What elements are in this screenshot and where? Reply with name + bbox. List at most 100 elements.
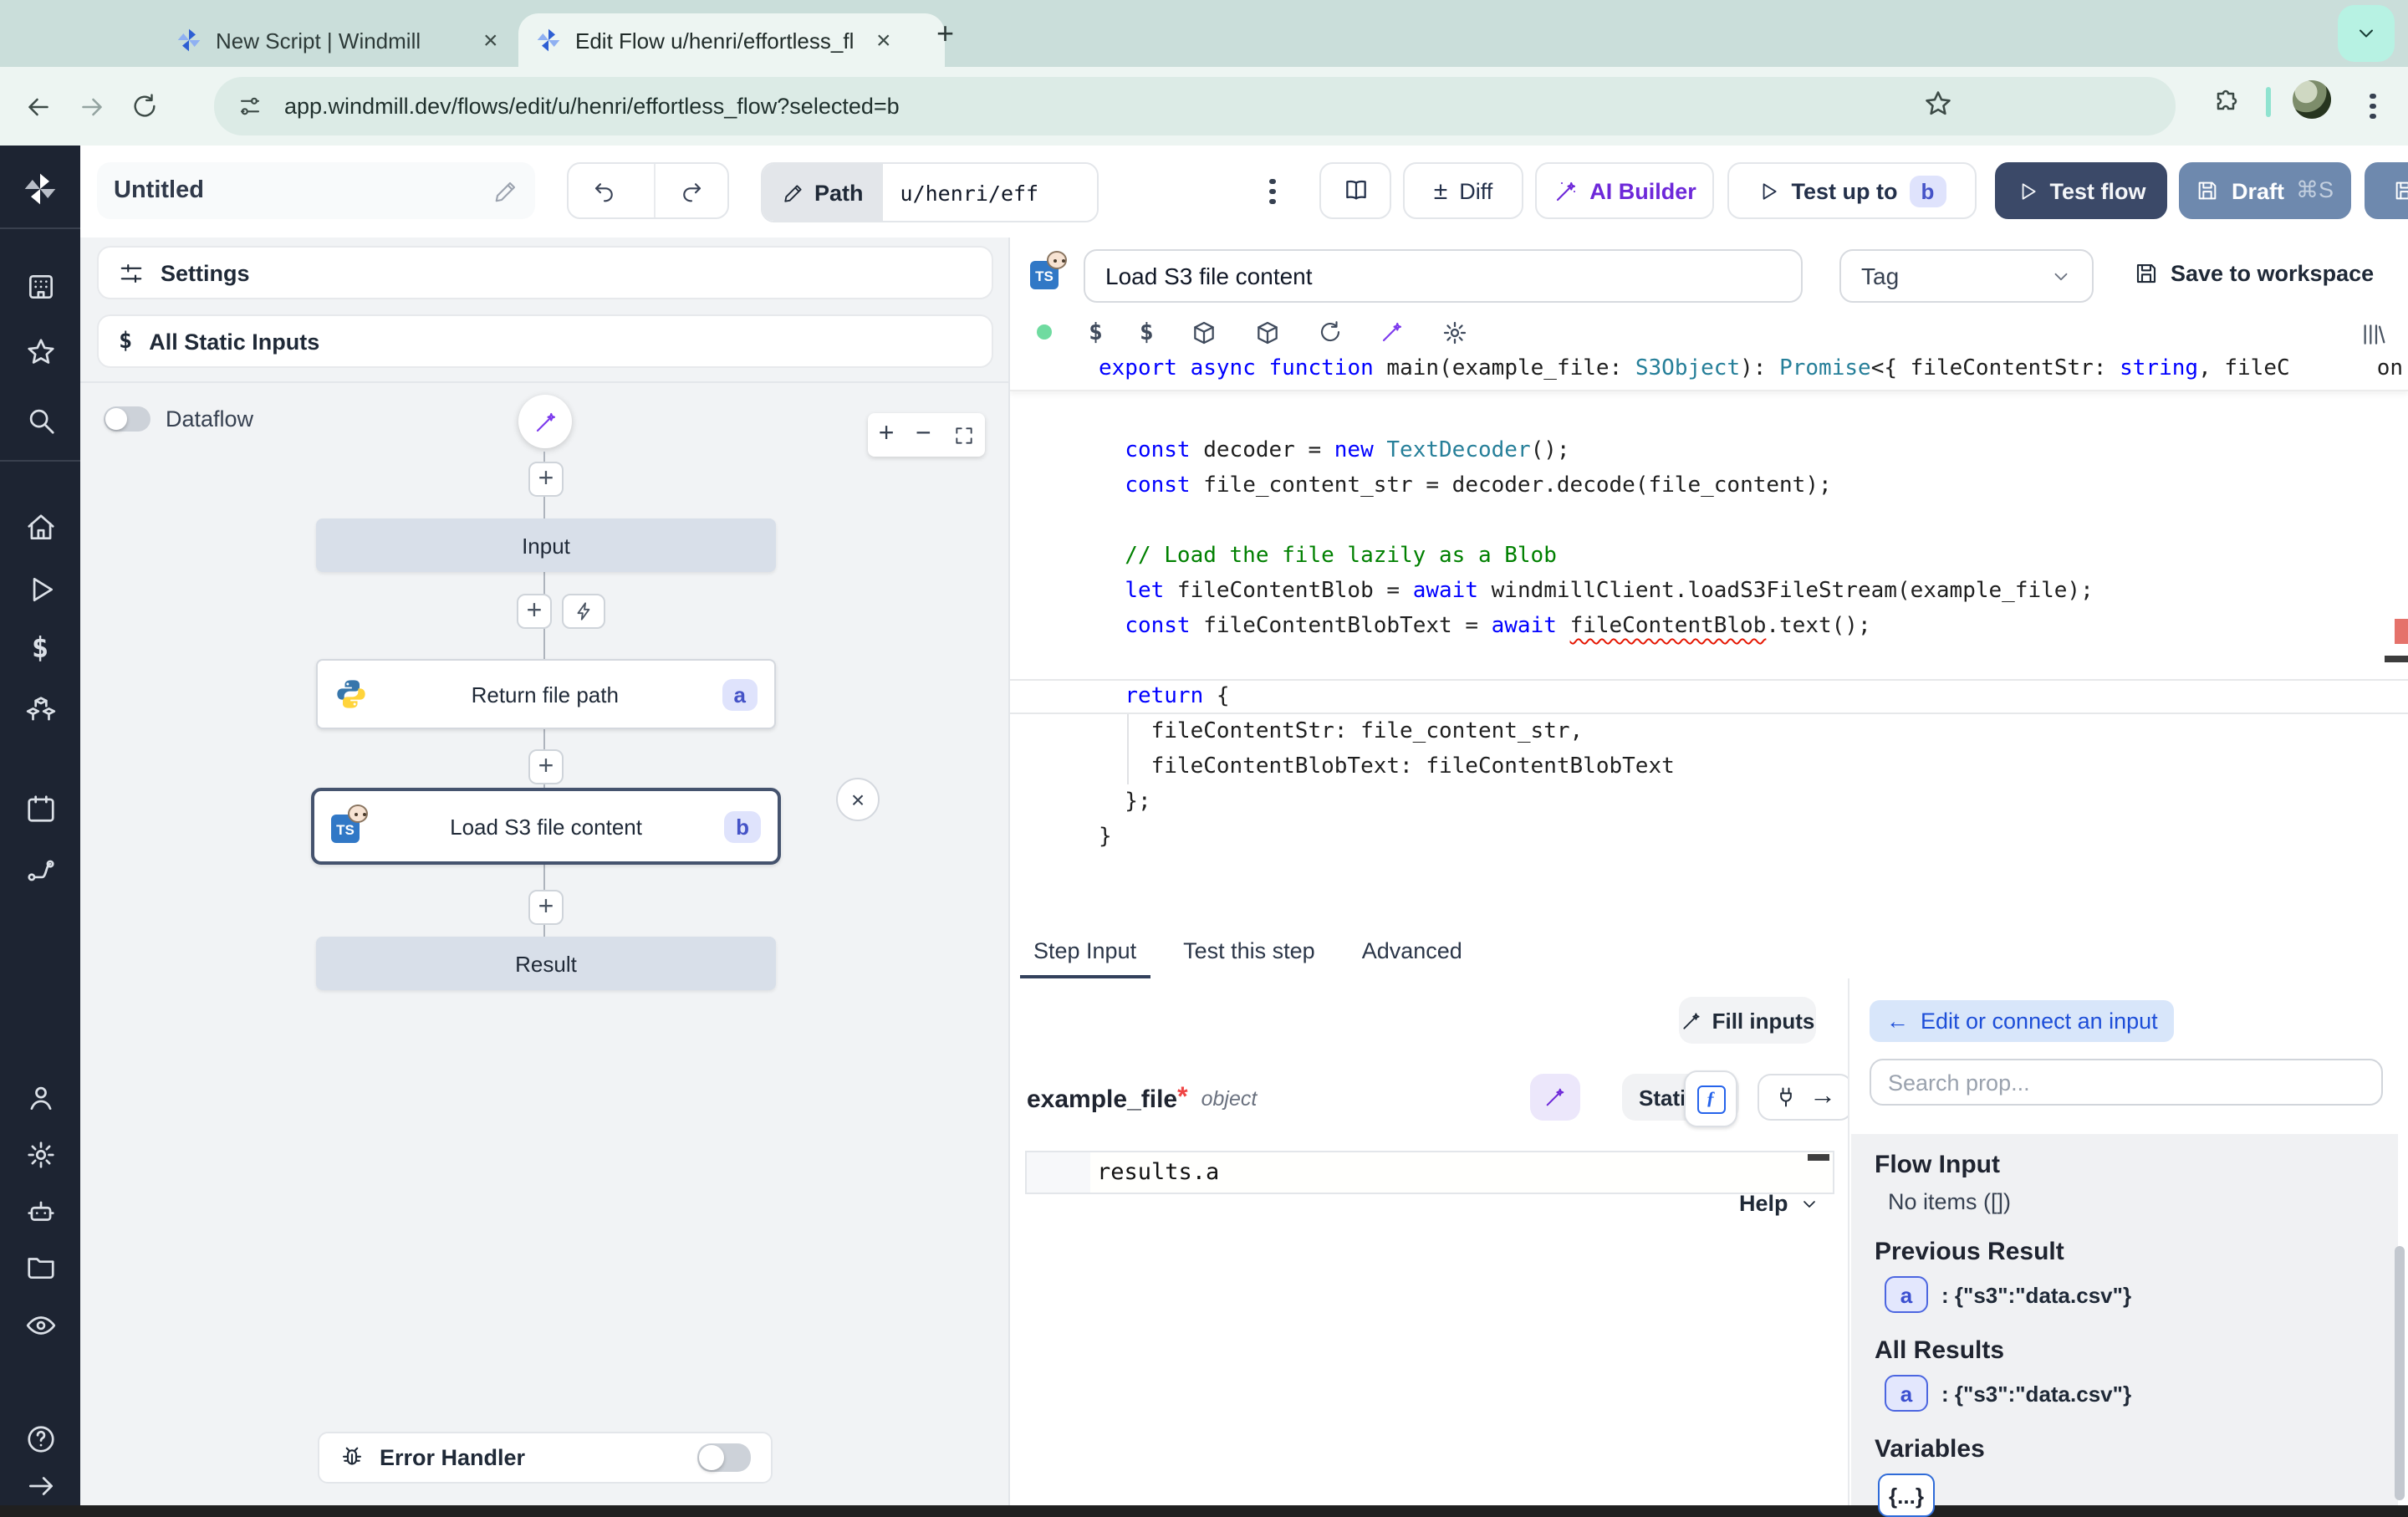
sidebar-item-variables[interactable]: $: [20, 629, 60, 669]
browser-menu-icon[interactable]: [2363, 89, 2383, 123]
sidebar-item-schedules[interactable]: [20, 788, 60, 828]
all-static-inputs-button[interactable]: $ All Static Inputs: [97, 314, 993, 368]
test-up-to-button[interactable]: Test up to b: [1727, 162, 1977, 219]
forward-icon[interactable]: [77, 91, 107, 121]
sidebar-item-runs[interactable]: [20, 569, 60, 609]
draft-button[interactable]: Draft ⌘S: [2179, 162, 2351, 219]
variables-icon[interactable]: $: [1089, 319, 1103, 345]
sidebar-collapse-icon[interactable]: [20, 1465, 60, 1505]
reload-icon[interactable]: [130, 92, 159, 120]
add-step-button[interactable]: +: [517, 594, 552, 629]
profile-avatar[interactable]: [2293, 80, 2331, 119]
result-key-badge[interactable]: a: [1885, 1276, 1928, 1313]
ai-flow-wand-button[interactable]: [518, 395, 572, 448]
javascript-mode-button[interactable]: ƒ: [1684, 1070, 1737, 1127]
divider: [0, 227, 80, 229]
tab-test-this-step[interactable]: Test this step: [1160, 932, 1339, 978]
zoom-out-button[interactable]: −: [916, 420, 931, 450]
expression-editor[interactable]: results.a: [1025, 1151, 1834, 1194]
step-a-node[interactable]: Return file path a: [316, 659, 776, 729]
address-bar[interactable]: app.windmill.dev/flows/edit/u/henri/effo…: [214, 77, 2176, 135]
edit-pencil-icon[interactable]: [493, 178, 518, 203]
sidebar-item-workspace[interactable]: [20, 266, 60, 306]
ai-fill-button[interactable]: [1530, 1074, 1580, 1121]
package-icon[interactable]: [1254, 319, 1281, 345]
resources-icon[interactable]: $: [1140, 319, 1154, 345]
extensions-icon[interactable]: [2211, 89, 2241, 119]
save-to-workspace-button[interactable]: Save to workspace: [2134, 261, 2374, 286]
back-icon[interactable]: [23, 91, 54, 121]
edit-or-connect-button[interactable]: ← Edit or connect an input: [1870, 1000, 2175, 1042]
scrollbar-thumb[interactable]: [2385, 656, 2408, 662]
add-step-button[interactable]: +: [528, 890, 564, 925]
tab-step-input[interactable]: Step Input: [1010, 932, 1160, 978]
redo-button[interactable]: [653, 164, 727, 217]
connect-input-button[interactable]: →: [1758, 1074, 1853, 1121]
sidebar-item-help[interactable]: [20, 1418, 60, 1458]
zoom-in-button[interactable]: +: [879, 420, 895, 450]
book-icon: [1342, 177, 1369, 204]
flow-input-node[interactable]: Input: [316, 518, 776, 572]
all-results-item[interactable]: a : {"s3":"data.csv"}: [1885, 1375, 2398, 1412]
add-step-top-button[interactable]: +: [528, 462, 564, 497]
variables-badge[interactable]: {...}: [1878, 1474, 1935, 1517]
sidebar-item-favorites[interactable]: [20, 331, 60, 371]
fill-inputs-button[interactable]: Fill inputs: [1679, 997, 1816, 1044]
delete-step-button[interactable]: ×: [836, 778, 880, 821]
library-icon[interactable]: [2360, 321, 2386, 348]
sidebar-item-routes[interactable]: [20, 850, 60, 890]
new-tab-button[interactable]: +: [936, 20, 954, 47]
trigger-button[interactable]: [562, 594, 605, 629]
windmill-logo-icon[interactable]: [20, 169, 60, 209]
tab-close-icon[interactable]: ×: [876, 26, 891, 54]
scrollbar-thumb[interactable]: [2395, 1246, 2405, 1500]
deploy-button[interactable]: Deploy: [2365, 162, 2408, 219]
sidebar-item-folders[interactable]: [20, 1246, 60, 1286]
step-title-input[interactable]: Load S3 file content: [1084, 249, 1803, 303]
tab-close-icon[interactable]: ×: [483, 26, 498, 54]
previous-result-item[interactable]: a : {"s3":"data.csv"}: [1885, 1276, 2398, 1313]
chrome-collapse-button[interactable]: [2338, 5, 2395, 62]
fill-inputs-label: Fill inputs: [1712, 1008, 1815, 1033]
step-editor-header: TS Load S3 file content Tag Save to work…: [1010, 238, 2408, 313]
fullscreen-icon[interactable]: [952, 424, 974, 446]
add-step-button[interactable]: +: [528, 749, 564, 784]
sidebar-item-resources[interactable]: [20, 689, 60, 729]
diff-button[interactable]: ± Diff: [1403, 162, 1523, 219]
reload-icon[interactable]: [1318, 319, 1343, 345]
flow-result-node[interactable]: Result: [316, 937, 776, 990]
gear-icon[interactable]: [1441, 319, 1468, 345]
sidebar-item-settings[interactable]: [20, 1134, 60, 1174]
flow-name-field[interactable]: Untitled: [97, 162, 535, 219]
browser-tab-new-script[interactable]: New Script | Windmill ×: [159, 13, 543, 67]
result-key-badge[interactable]: a: [1885, 1375, 1928, 1412]
search-prop-input[interactable]: [1870, 1059, 2383, 1106]
argument-row: example_file * object Static ƒ →: [1027, 1074, 1831, 1124]
site-settings-icon[interactable]: [237, 94, 263, 119]
browser-tab-edit-flow[interactable]: Edit Flow u/henri/effortless_fl ×: [518, 13, 945, 67]
sidebar-item-users[interactable]: [20, 1077, 60, 1117]
package-icon[interactable]: [1191, 319, 1217, 345]
tab-advanced[interactable]: Advanced: [1339, 932, 1486, 978]
sidebar-item-home[interactable]: [20, 507, 60, 547]
sidebar-item-audit-logs[interactable]: [20, 1305, 60, 1345]
flow-settings-button[interactable]: Settings: [97, 246, 993, 299]
path-button[interactable]: Path u/henri/eff: [761, 162, 1099, 222]
more-options-icon[interactable]: [1263, 174, 1283, 208]
docs-button[interactable]: [1319, 162, 1391, 219]
ai-builder-button[interactable]: AI Builder: [1535, 162, 1714, 219]
static-mode-toggle[interactable]: Static ƒ: [1622, 1074, 1739, 1121]
undo-button[interactable]: [569, 164, 641, 217]
error-marker: [2395, 619, 2408, 644]
dataflow-toggle[interactable]: [104, 406, 150, 432]
code-editor[interactable]: // Load the entire file_content as a Uin…: [1010, 351, 2408, 932]
error-handler-toggle[interactable]: [697, 1443, 751, 1472]
sidebar-item-search[interactable]: [20, 400, 60, 440]
step-b-node-selected[interactable]: TS Load S3 file content b: [311, 788, 781, 865]
magic-wand-icon[interactable]: [1380, 319, 1405, 345]
test-flow-button[interactable]: Test flow: [1995, 162, 2167, 219]
bookmark-star-icon[interactable]: [1923, 89, 1953, 119]
help-link[interactable]: Help: [1739, 1191, 1820, 1216]
sidebar-item-workers[interactable]: [20, 1191, 60, 1231]
tag-select[interactable]: Tag: [1839, 249, 2094, 303]
